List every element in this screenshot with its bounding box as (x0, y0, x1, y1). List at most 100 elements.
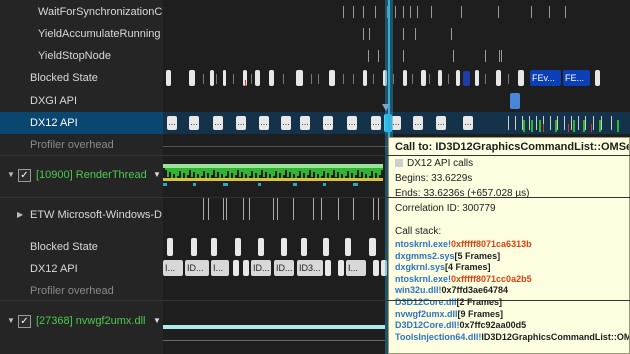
blocked-block[interactable] (235, 238, 241, 256)
tree-row[interactable]: DXGI API (0, 90, 163, 112)
blocked-block[interactable] (210, 70, 214, 86)
tree-row-label: YieldStopNode (38, 50, 111, 62)
blocked-block[interactable] (211, 238, 217, 256)
tree-row[interactable]: ▶ ETW Microsoft-Windows-D (0, 204, 163, 226)
blocked-block[interactable] (258, 238, 264, 256)
blocked-block[interactable] (255, 70, 260, 86)
blocked-block[interactable] (191, 238, 197, 256)
blocked-block[interactable] (369, 238, 376, 256)
blocked-block[interactable] (456, 70, 460, 86)
blocked-block[interactable] (189, 70, 195, 86)
event-tick (283, 74, 284, 84)
dxgi-call[interactable] (510, 93, 520, 109)
collapse-caret-icon[interactable]: ▼ (7, 164, 15, 186)
event-tick (557, 116, 558, 130)
thread-dropdown-icon[interactable]: ▼ (153, 310, 161, 332)
dx12-call-label[interactable]: I... (163, 260, 183, 276)
blocked-block[interactable] (438, 70, 442, 86)
dx12-call[interactable] (233, 260, 239, 276)
dx12-call-label[interactable]: ID... (185, 260, 209, 276)
dx12-call[interactable]: ... (281, 116, 291, 130)
callstack-frame[interactable]: dxgkrnl.sys[4 Frames] (395, 262, 623, 274)
dx12-call[interactable] (373, 260, 379, 276)
dx12-call[interactable]: ... (300, 116, 310, 130)
callstack-frame[interactable]: ntoskrnl.exe!0xfffff8071cc0a2b5 (395, 274, 623, 286)
blocked-block[interactable] (269, 70, 274, 86)
tree-row[interactable]: DX12 API (0, 112, 163, 134)
blocked-block[interactable] (403, 70, 407, 86)
tree-row[interactable]: YieldAccumulateRunning (0, 23, 163, 45)
etw-event-tick (208, 198, 209, 220)
expand-caret-icon[interactable]: ▶ (17, 204, 23, 226)
dx12-call[interactable]: ... (236, 116, 246, 130)
event-tick (417, 6, 418, 18)
dx12-call[interactable] (338, 260, 344, 276)
event-tick (485, 74, 486, 84)
tree-row-label: [10900] RenderThread (36, 169, 147, 181)
dx12-call[interactable]: ... (323, 116, 333, 130)
blocked-block[interactable] (496, 70, 501, 86)
etw-event-tick (249, 198, 250, 220)
blocked-block[interactable] (166, 70, 171, 86)
blocked-block[interactable] (363, 70, 367, 86)
green-activity (531, 120, 533, 132)
blocked-block[interactable] (323, 238, 329, 256)
tree-row[interactable]: WaitForSynchronizationC (0, 1, 163, 23)
tree-row[interactable]: ▼ ✓ [10900] RenderThread ▼ (0, 164, 163, 186)
tooltip-callstack-label: Call stack: (395, 226, 442, 237)
thread-checkbox[interactable]: ✓ (18, 315, 31, 328)
dx12-call[interactable]: ... (189, 116, 199, 130)
tree-row[interactable]: YieldStopNode (0, 45, 163, 67)
tree-row[interactable]: Profiler overhead (0, 280, 163, 302)
dx12-call[interactable]: ... (371, 116, 381, 130)
dx12-call-label[interactable]: I... (346, 260, 366, 276)
blocked-block[interactable] (296, 70, 303, 86)
dx12-call[interactable]: ... (167, 116, 177, 130)
callstack-frame[interactable]: nvwgf2umx.dll[9 Frames] (395, 309, 623, 321)
callstack-frame[interactable]: ToolsInjection64.dll!ID3D12GraphicsComma… (395, 332, 629, 344)
tree-row[interactable]: DX12 API (0, 258, 163, 280)
event-tick (318, 74, 319, 84)
frame-event-label[interactable]: FEv... (530, 70, 561, 86)
callstack-frame[interactable]: D3D12Core.dll[2 Frames] (395, 297, 623, 309)
blocked-block[interactable] (301, 238, 307, 256)
frame-event-label[interactable]: FE... (563, 70, 590, 86)
blocked-block[interactable] (463, 71, 470, 86)
blocked-block[interactable] (167, 238, 173, 256)
blocked-block[interactable] (475, 70, 479, 86)
event-tick (343, 6, 344, 18)
dx12-call[interactable]: ... (213, 116, 223, 130)
blocked-block[interactable] (345, 238, 351, 256)
tree-row[interactable]: ▼ ✓ [27368] nvwgf2umx.dll ▼ (0, 310, 163, 332)
blocked-block[interactable] (421, 70, 426, 86)
blocked-block[interactable] (329, 70, 335, 86)
blocked-block[interactable] (518, 70, 524, 86)
frame-module: dxgkrnl.sys (395, 262, 446, 273)
dx12-call[interactable]: ... (259, 116, 269, 130)
callstack-frame[interactable]: D3D12Core.dll!0x7ffc92aa00d5 (395, 320, 623, 332)
thread-checkbox[interactable]: ✓ (18, 169, 31, 182)
dx12-call[interactable] (325, 260, 331, 276)
blocked-block[interactable] (223, 70, 226, 86)
dx12-call[interactable]: ... (413, 116, 423, 130)
tree-row[interactable]: Blocked State (0, 236, 163, 258)
dx12-call-label[interactable]: I... (211, 260, 229, 276)
dx12-call[interactable]: ... (347, 116, 357, 130)
tree-row[interactable]: Profiler overhead (0, 134, 163, 156)
dx12-call-label[interactable]: ID... (274, 260, 294, 276)
event-tick (498, 6, 499, 18)
tree-row[interactable]: Blocked State (0, 67, 163, 89)
dx12-call[interactable] (243, 260, 249, 276)
callstack-frame[interactable]: win32u.dll!0x7ffd3ae64784 (395, 285, 623, 297)
blocked-block[interactable] (281, 238, 287, 256)
callstack-frame[interactable]: ntoskrnl.exe!0xfffff8071ca6313b (395, 239, 623, 251)
thread-dropdown-icon[interactable]: ▼ (153, 164, 161, 186)
collapse-caret-icon[interactable]: ▼ (7, 310, 15, 332)
dx12-call[interactable]: ... (436, 116, 446, 130)
blocked-block[interactable] (595, 70, 600, 86)
dx12-call-label[interactable]: ID... (251, 260, 271, 276)
tree-row-label: Profiler overhead (30, 139, 114, 151)
dx12-call[interactable]: ... (463, 116, 473, 130)
callstack-frame[interactable]: dxgmms2.sys[5 Frames] (395, 251, 623, 263)
dx12-call-label[interactable]: ID3... (297, 260, 323, 276)
